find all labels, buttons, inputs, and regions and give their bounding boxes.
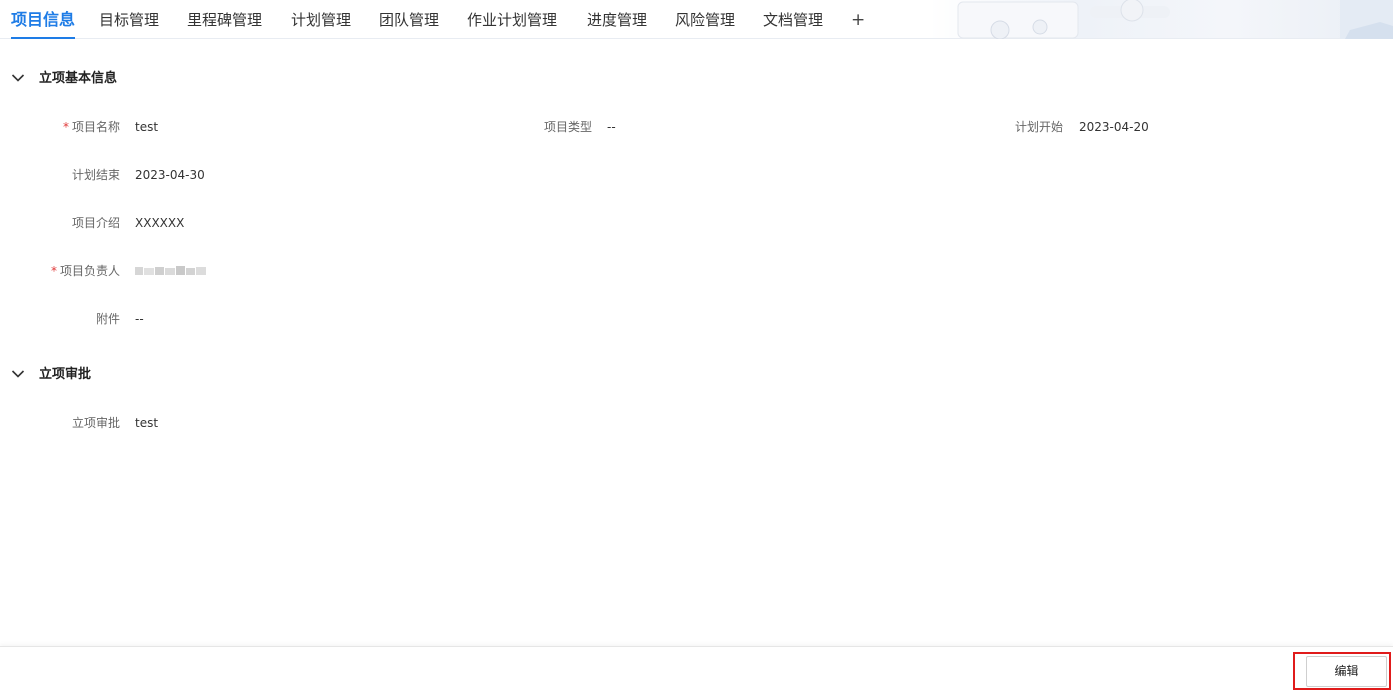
label-text: 附件 [95, 312, 120, 326]
add-tab-button[interactable]: + [851, 0, 865, 39]
tab-label: 项目信息 [11, 10, 76, 29]
chevron-down-icon[interactable] [11, 73, 25, 83]
tab-plan-management[interactable]: 计划管理 [291, 0, 351, 39]
active-tab-indicator [11, 37, 76, 39]
field-plan-start-label: 计划开始 [963, 117, 1063, 137]
label-text: 项目负责人 [59, 264, 120, 278]
label-text: 计划开始 [1014, 120, 1063, 134]
section-title: 立项审批 [39, 367, 92, 382]
field-project-type-label: 项目类型 [492, 117, 592, 137]
field-plan-start-value: 2023-04-20 [1079, 120, 1149, 134]
field-project-intro-value: XXXXXX [135, 216, 185, 230]
tab-document-management[interactable]: 文档管理 [763, 0, 823, 39]
required-marker: * [62, 120, 69, 134]
label-text: 立项审批 [71, 416, 120, 430]
field-plan-end-value: 2023-04-30 [135, 168, 205, 182]
tab-milestone-management[interactable]: 里程碑管理 [187, 0, 262, 39]
project-info-page: 项目信息 目标管理 里程碑管理 计划管理 团队管理 作业计划管理 进度管理 风险… [0, 0, 1393, 692]
field-project-owner-label: * 项目负责人 [20, 261, 120, 281]
redacted-owner-name [135, 266, 206, 275]
field-project-name-value: test [135, 120, 159, 134]
field-project-intro-label: 项目介绍 [20, 213, 120, 233]
tab-bar: 项目信息 目标管理 里程碑管理 计划管理 团队管理 作业计划管理 进度管理 风险… [0, 0, 1393, 39]
tab-work-plan-management[interactable]: 作业计划管理 [467, 0, 557, 39]
tab-progress-management[interactable]: 进度管理 [587, 0, 647, 39]
edit-button[interactable]: 编辑 [1306, 656, 1387, 687]
label-text: 项目介绍 [71, 216, 120, 230]
tab-team-management[interactable]: 团队管理 [379, 0, 439, 39]
tab-goal-management[interactable]: 目标管理 [99, 0, 159, 39]
field-plan-end-label: 计划结束 [20, 165, 120, 185]
field-approval-label: 立项审批 [20, 413, 120, 433]
field-attachment-value: -- [135, 312, 144, 326]
field-project-name-label: * 项目名称 [20, 117, 120, 137]
label-text: 项目名称 [71, 120, 120, 134]
tab-risk-management[interactable]: 风险管理 [675, 0, 735, 39]
tab-project-info[interactable]: 项目信息 [11, 0, 76, 39]
section-title: 立项基本信息 [39, 71, 118, 86]
field-project-type-value: -- [607, 120, 616, 134]
required-marker: * [50, 264, 57, 278]
chevron-down-icon[interactable] [11, 369, 25, 379]
header-decoration [940, 0, 1393, 39]
label-text: 计划结束 [71, 168, 120, 182]
field-attachment-label: 附件 [20, 309, 120, 329]
footer-bar [0, 646, 1393, 692]
label-text: 项目类型 [543, 120, 592, 134]
field-approval-value: test [135, 416, 159, 430]
